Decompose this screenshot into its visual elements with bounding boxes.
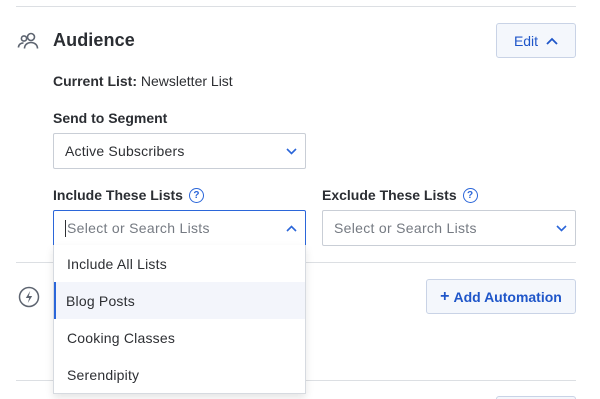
list-option-serendipity[interactable]: Serendipity xyxy=(54,356,305,393)
include-lists-placeholder: Select or Search Lists xyxy=(67,220,210,236)
exclude-lists-select[interactable]: Select or Search Lists xyxy=(322,210,576,246)
campaign-settings-panel: Audience Edit Current List: Newsletter L… xyxy=(0,0,600,399)
audience-title: Audience xyxy=(53,30,135,50)
plus-icon: + xyxy=(440,287,450,305)
add-automation-button[interactable]: + Add Automation xyxy=(426,279,576,314)
include-lists-select[interactable]: Select or Search Lists xyxy=(53,210,306,246)
chevron-up-icon xyxy=(286,225,297,232)
exclude-lists-label-text: Exclude These Lists xyxy=(322,187,457,203)
current-list-value: Newsletter List xyxy=(140,73,233,89)
exclude-lists-label: Exclude These Lists ? xyxy=(322,187,478,203)
text-cursor xyxy=(65,219,66,237)
current-list-line: Current List: Newsletter List xyxy=(53,73,233,89)
lightning-bolt-icon xyxy=(18,286,40,308)
chevron-down-icon xyxy=(286,148,297,155)
include-lists-dropdown: Include All Lists Blog Posts Cooking Cla… xyxy=(53,245,306,394)
chevron-down-icon xyxy=(556,225,567,232)
segment-label: Send to Segment xyxy=(53,110,167,126)
edit-button-label: Edit xyxy=(513,32,539,49)
exclude-lists-placeholder: Select or Search Lists xyxy=(334,220,477,236)
question-circle-icon[interactable]: ? xyxy=(462,187,478,203)
list-option-cooking-classes[interactable]: Cooking Classes xyxy=(54,319,305,356)
divider-top xyxy=(16,6,576,7)
question-circle-icon[interactable]: ? xyxy=(188,187,204,203)
edit-button[interactable]: Edit xyxy=(496,23,576,58)
segment-select-value: Active Subscribers xyxy=(65,143,185,159)
include-lists-label-text: Include These Lists xyxy=(53,187,183,203)
include-lists-label: Include These Lists ? xyxy=(53,187,204,203)
people-icon xyxy=(17,32,39,49)
current-list-label: Current List: xyxy=(53,73,137,89)
segment-select[interactable]: Active Subscribers xyxy=(53,133,306,169)
list-option-blog-posts[interactable]: Blog Posts xyxy=(54,282,305,319)
add-automation-label: Add Automation xyxy=(453,288,562,305)
segment-label-text: Send to Segment xyxy=(53,110,168,126)
list-option-include-all[interactable]: Include All Lists xyxy=(54,245,305,282)
chevron-up-icon xyxy=(546,37,558,45)
